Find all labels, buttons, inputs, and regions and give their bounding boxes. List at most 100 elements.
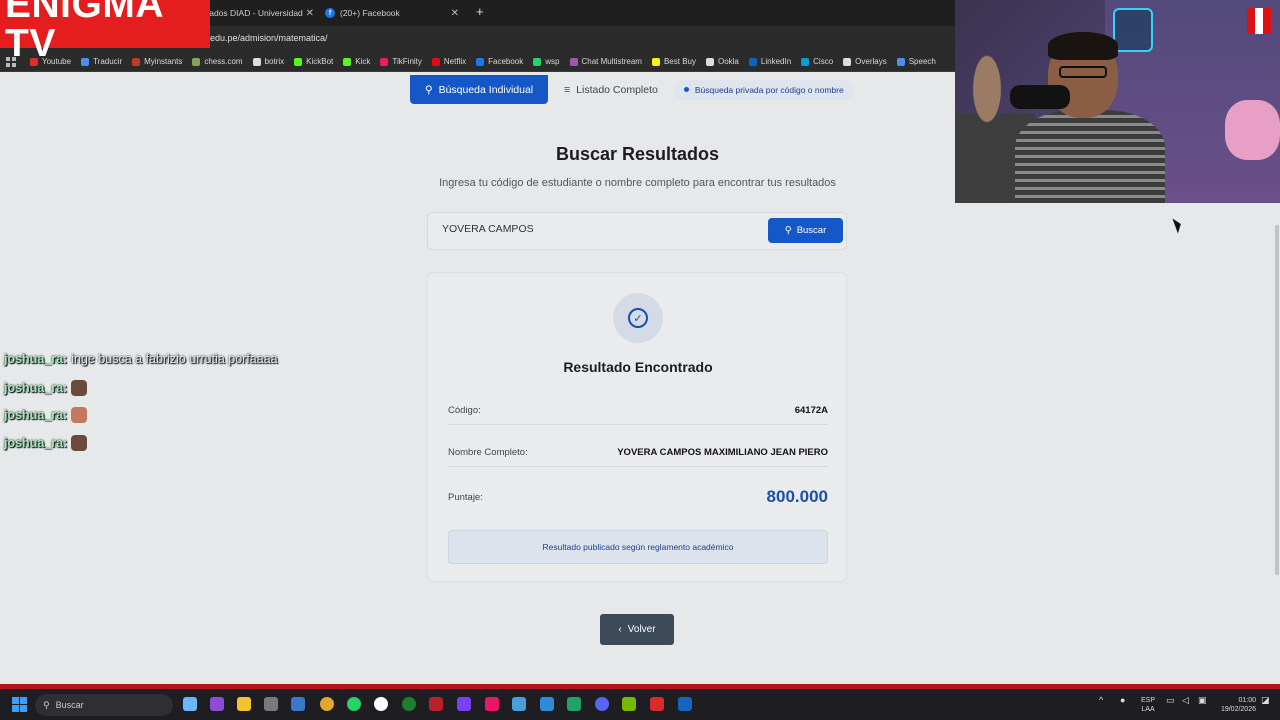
nvidia-icon[interactable] [622, 697, 636, 711]
bookmark-label: Overlays [855, 57, 887, 66]
bookmark-icon [801, 57, 810, 66]
chevron-up-icon[interactable]: ^ [1099, 696, 1103, 705]
app-icon[interactable] [210, 697, 224, 711]
bookmark-label: Cisco [813, 57, 834, 66]
search-input[interactable] [442, 223, 762, 235]
clock[interactable]: 01:00 19/02/2026 [1214, 696, 1256, 714]
score-row: Puntaje: 800.000 [448, 486, 828, 508]
whatsapp-icon[interactable] [347, 697, 361, 711]
close-icon[interactable]: ✕ [306, 8, 314, 19]
app-icon[interactable] [512, 697, 526, 711]
score-label: Puntaje: [448, 491, 483, 503]
streamer-shirt [1015, 110, 1165, 203]
bookmark-item[interactable]: botrix [252, 57, 284, 66]
search-icon: ⚲ [43, 699, 50, 710]
excel-icon[interactable] [567, 697, 581, 711]
bookmark-item[interactable]: Facebook [476, 57, 523, 66]
app-icon[interactable] [457, 697, 471, 711]
bookmark-item[interactable]: Ookla [705, 57, 739, 66]
bookmark-item[interactable]: Best Buy [651, 57, 696, 66]
name-label: Nombre Completo: [448, 446, 528, 458]
bookmark-item[interactable]: Kick [343, 57, 370, 66]
bookmark-item[interactable]: TikFinity [380, 57, 422, 66]
flag-image [1247, 8, 1271, 34]
network-icon[interactable]: ▭ [1166, 696, 1175, 705]
search-button[interactable]: ⚲ Buscar [768, 218, 843, 243]
search-icon: ⚲ [424, 83, 433, 96]
private-search-badge: Búsqueda privada por código o nombre [673, 79, 854, 100]
check-icon: ✓ [628, 308, 648, 328]
bookmark-item[interactable]: Chat Multistream [569, 57, 642, 66]
divider [448, 424, 828, 425]
bookmark-item[interactable]: LinkedIn [748, 57, 791, 66]
bookmark-icon [843, 57, 852, 66]
score-value: 800.000 [766, 487, 828, 506]
copilot-icon[interactable] [183, 697, 197, 711]
close-icon[interactable]: ✕ [451, 8, 459, 19]
chrome-icon[interactable] [320, 697, 334, 711]
taskbar-search[interactable]: ⚲ Buscar [35, 694, 173, 716]
emote-icon [71, 435, 88, 451]
bookmark-item[interactable]: Cisco [801, 57, 833, 66]
bookmark-item[interactable]: Netflix [431, 57, 466, 66]
chat-message: joshua_ra: [4, 407, 88, 423]
facebook-icon: f [325, 8, 335, 18]
chat-username: joshua_ra: [4, 381, 68, 395]
webcam-overlay [955, 0, 1280, 203]
channel-logo: ENIGMA TV [0, 0, 210, 63]
emote-icon [71, 380, 88, 396]
bookmark-icon [569, 57, 578, 66]
bookmark-label: Speech [908, 57, 936, 66]
bookmark-label: Ookla [717, 57, 739, 66]
bookmark-item[interactable]: Overlays [843, 57, 887, 66]
notification-icon[interactable]: ◪ [1261, 696, 1270, 705]
browser-tab-facebook[interactable]: f (20+) Facebook ✕ [325, 3, 465, 23]
language-indicator[interactable]: ESP LAA [1141, 696, 1155, 714]
bookmark-icon [343, 57, 352, 66]
app-icon[interactable] [540, 697, 554, 711]
mic-icon[interactable]: ● [1120, 696, 1125, 705]
bookmark-icon [252, 57, 261, 66]
taskbar: ⚲ Buscar ^ ● ESP LAA ▭ ◁ ▣ 01:00 19/02/2… [0, 689, 1280, 720]
windows-start-icon[interactable] [12, 697, 27, 712]
back-button[interactable]: ‹ Volver [600, 614, 674, 645]
app-icon[interactable] [650, 697, 664, 711]
scrollbar-thumb[interactable] [1275, 225, 1279, 575]
volume-icon[interactable]: ◁ [1182, 696, 1189, 705]
dot-icon [683, 87, 689, 92]
battery-icon[interactable]: ▣ [1198, 696, 1207, 705]
browser-tab-results[interactable]: ltados DIAD - Universidad ✕ [205, 3, 320, 23]
app-icon[interactable] [678, 697, 692, 711]
xbox-icon[interactable] [402, 697, 416, 711]
discord-icon[interactable] [595, 697, 609, 711]
photos-icon[interactable] [291, 697, 305, 711]
back-button-label: Volver [627, 624, 656, 635]
url-text[interactable]: edu.pe/admision/matematica/ [210, 33, 328, 43]
screen: ltados DIAD - Universidad ✕ f (20+) Face… [0, 0, 1280, 720]
glasses [1059, 66, 1107, 78]
obs-icon[interactable] [374, 697, 388, 711]
lang-layout: LAA [1141, 706, 1155, 713]
tab-label: (20+) Facebook [340, 8, 400, 18]
bookmark-icon [748, 57, 757, 66]
search-button-label: Buscar [796, 225, 827, 236]
tab-individual-search[interactable]: ⚲ Búsqueda Individual [410, 75, 548, 104]
new-tab-button[interactable]: + [476, 4, 484, 19]
chevron-left-icon: ‹ [618, 624, 622, 635]
bookmark-item[interactable]: KickBot [294, 57, 333, 66]
app-icon[interactable] [485, 697, 499, 711]
plush-toy [1225, 100, 1280, 160]
name-value: YOVERA CAMPOS MAXIMILIANO JEAN PIERO [617, 446, 828, 458]
code-label: Código: [448, 404, 481, 416]
bookmark-item[interactable]: Speech [896, 57, 936, 66]
settings-icon[interactable] [264, 697, 278, 711]
voicemeeter-icon[interactable] [429, 697, 443, 711]
publication-notice: Resultado publicado según reglamento aca… [448, 530, 828, 564]
bookmark-item[interactable]: wsp [533, 57, 560, 66]
time: 01:00 [1238, 697, 1256, 704]
bookmark-label: Best Buy [663, 57, 696, 66]
search-icon: ⚲ [784, 225, 792, 236]
bookmark-label: chess.com [204, 57, 243, 66]
tab-full-list[interactable]: ≡ Listado Completo [564, 84, 658, 96]
file-explorer-icon[interactable] [237, 697, 251, 711]
